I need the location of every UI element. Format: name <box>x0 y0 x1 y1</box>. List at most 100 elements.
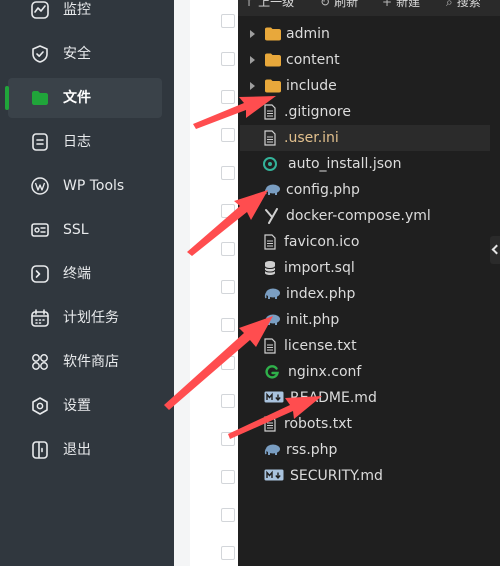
row-checkbox[interactable] <box>221 508 235 522</box>
sidebar-item-security[interactable]: 安全 <box>8 34 162 74</box>
text-file-icon <box>262 416 280 432</box>
file-tree-item[interactable]: content <box>240 47 490 73</box>
file-name: content <box>286 52 340 68</box>
row-checkbox[interactable] <box>221 394 235 408</box>
file-name: docker-compose.yml <box>286 208 431 224</box>
file-name: README.md <box>290 390 377 406</box>
row-checkbox[interactable] <box>221 546 235 560</box>
chevron-right-icon[interactable] <box>250 82 255 90</box>
yaml-file-icon <box>264 208 282 224</box>
new-button[interactable]: + 新建 <box>382 0 420 10</box>
file-name: robots.txt <box>284 416 352 432</box>
file-tree-item[interactable]: import.sql <box>240 255 490 281</box>
row-checkbox[interactable] <box>221 356 235 370</box>
folder-icon <box>30 88 50 108</box>
file-name: rss.php <box>286 442 338 458</box>
sidebar-item-app-store[interactable]: 软件商店 <box>8 342 162 382</box>
shield-icon <box>30 44 50 64</box>
php-elephant-icon <box>264 312 282 328</box>
markdown-icon <box>264 390 284 406</box>
row-checkbox[interactable] <box>221 204 235 218</box>
sidebar-item-label: 软件商店 <box>63 354 119 370</box>
sidebar-item-settings[interactable]: 设置 <box>8 386 162 426</box>
row-checkbox[interactable] <box>221 128 235 142</box>
sidebar-item-label: 文件 <box>63 90 91 106</box>
refresh-icon: ↻ <box>320 0 331 9</box>
sidebar-item-label: 日志 <box>63 134 91 150</box>
file-tree-item[interactable]: config.php <box>240 177 490 203</box>
logout-icon <box>30 440 50 460</box>
sidebar-item-files[interactable]: 文件 <box>5 78 162 118</box>
search-icon: ⌕ <box>446 0 453 9</box>
text-file-icon <box>262 338 280 354</box>
file-name: auto_install.json <box>288 156 402 172</box>
row-checkbox[interactable] <box>221 280 235 294</box>
sidebar-item-cron[interactable]: 计划任务 <box>8 298 162 338</box>
file-name: .gitignore <box>284 104 351 120</box>
up-level-button[interactable]: ↑ 上一级 <box>244 0 294 10</box>
file-name: admin <box>286 26 330 42</box>
file-tree-item[interactable]: docker-compose.yml <box>240 203 490 229</box>
monitor-icon <box>30 0 50 20</box>
file-tree-item[interactable]: auto_install.json <box>240 151 490 177</box>
row-checkbox[interactable] <box>221 14 235 28</box>
file-tree-item[interactable]: admin <box>240 21 490 47</box>
sidebar-item-monitor[interactable]: 监控 <box>8 0 162 30</box>
row-checkbox[interactable] <box>221 166 235 180</box>
sidebar-item-label: SSL <box>63 222 89 238</box>
terminal-icon <box>30 264 50 284</box>
row-checkbox[interactable] <box>221 318 235 332</box>
file-tree-item[interactable]: robots.txt <box>240 411 490 437</box>
file-tree-item[interactable]: .gitignore <box>240 99 490 125</box>
wordpress-icon <box>30 176 50 196</box>
php-elephant-icon <box>264 182 282 198</box>
file-name: index.php <box>286 286 356 302</box>
php-elephant-icon <box>264 286 282 302</box>
chevron-right-icon[interactable] <box>250 56 255 64</box>
arrow-up-icon: ↑ <box>244 0 255 9</box>
row-checkbox[interactable] <box>221 470 235 484</box>
file-tree-item[interactable]: rss.php <box>240 437 490 463</box>
active-indicator <box>5 86 9 110</box>
row-checkbox[interactable] <box>221 432 235 446</box>
sidebar-item-logout[interactable]: 退出 <box>8 430 162 470</box>
file-tree-item[interactable]: license.txt <box>240 333 490 359</box>
folder-icon <box>264 78 282 94</box>
sidebar-item-logs[interactable]: 日志 <box>8 122 162 162</box>
folder-icon <box>264 26 282 42</box>
file-tree-item[interactable]: nginx.conf <box>240 359 490 385</box>
plus-icon: + <box>382 0 393 9</box>
sidebar-item-ssl[interactable]: SSL <box>8 210 162 250</box>
file-tree-item-selected[interactable]: .user.ini <box>240 125 490 151</box>
row-checkbox[interactable] <box>221 90 235 104</box>
file-name: init.php <box>286 312 340 328</box>
calendar-icon <box>30 308 50 328</box>
file-name: license.txt <box>284 338 357 354</box>
search-button[interactable]: ⌕ 搜索 <box>446 0 481 10</box>
file-name: include <box>286 78 337 94</box>
sidebar-item-label: 退出 <box>63 442 91 458</box>
chevron-right-icon[interactable] <box>250 30 255 38</box>
file-tree-item[interactable]: include <box>240 73 490 99</box>
markdown-icon <box>264 468 284 484</box>
file-tree-item[interactable]: SECURITY.md <box>240 463 490 489</box>
row-checkbox[interactable] <box>221 52 235 66</box>
settings-icon <box>30 396 50 416</box>
certificate-icon <box>30 220 50 240</box>
log-icon <box>30 132 50 152</box>
file-tree-item[interactable]: init.php <box>240 307 490 333</box>
refresh-button[interactable]: ↻ 刷新 <box>320 0 358 10</box>
file-tree-item[interactable]: favicon.ico <box>240 229 490 255</box>
file-tree-item[interactable]: README.md <box>240 385 490 411</box>
file-name: favicon.ico <box>284 234 360 250</box>
file-tree-item[interactable]: index.php <box>240 281 490 307</box>
sidebar-item-label: 设置 <box>63 398 91 414</box>
sidebar-item-terminal[interactable]: 终端 <box>8 254 162 294</box>
row-checkbox[interactable] <box>221 242 235 256</box>
folder-icon <box>264 52 282 68</box>
file-list-panel <box>174 0 238 566</box>
file-name: config.php <box>286 182 360 198</box>
sidebar-item-wp-tools[interactable]: WP Tools <box>8 166 162 206</box>
collapse-panel-handle[interactable] <box>490 236 500 264</box>
database-icon <box>262 260 280 276</box>
